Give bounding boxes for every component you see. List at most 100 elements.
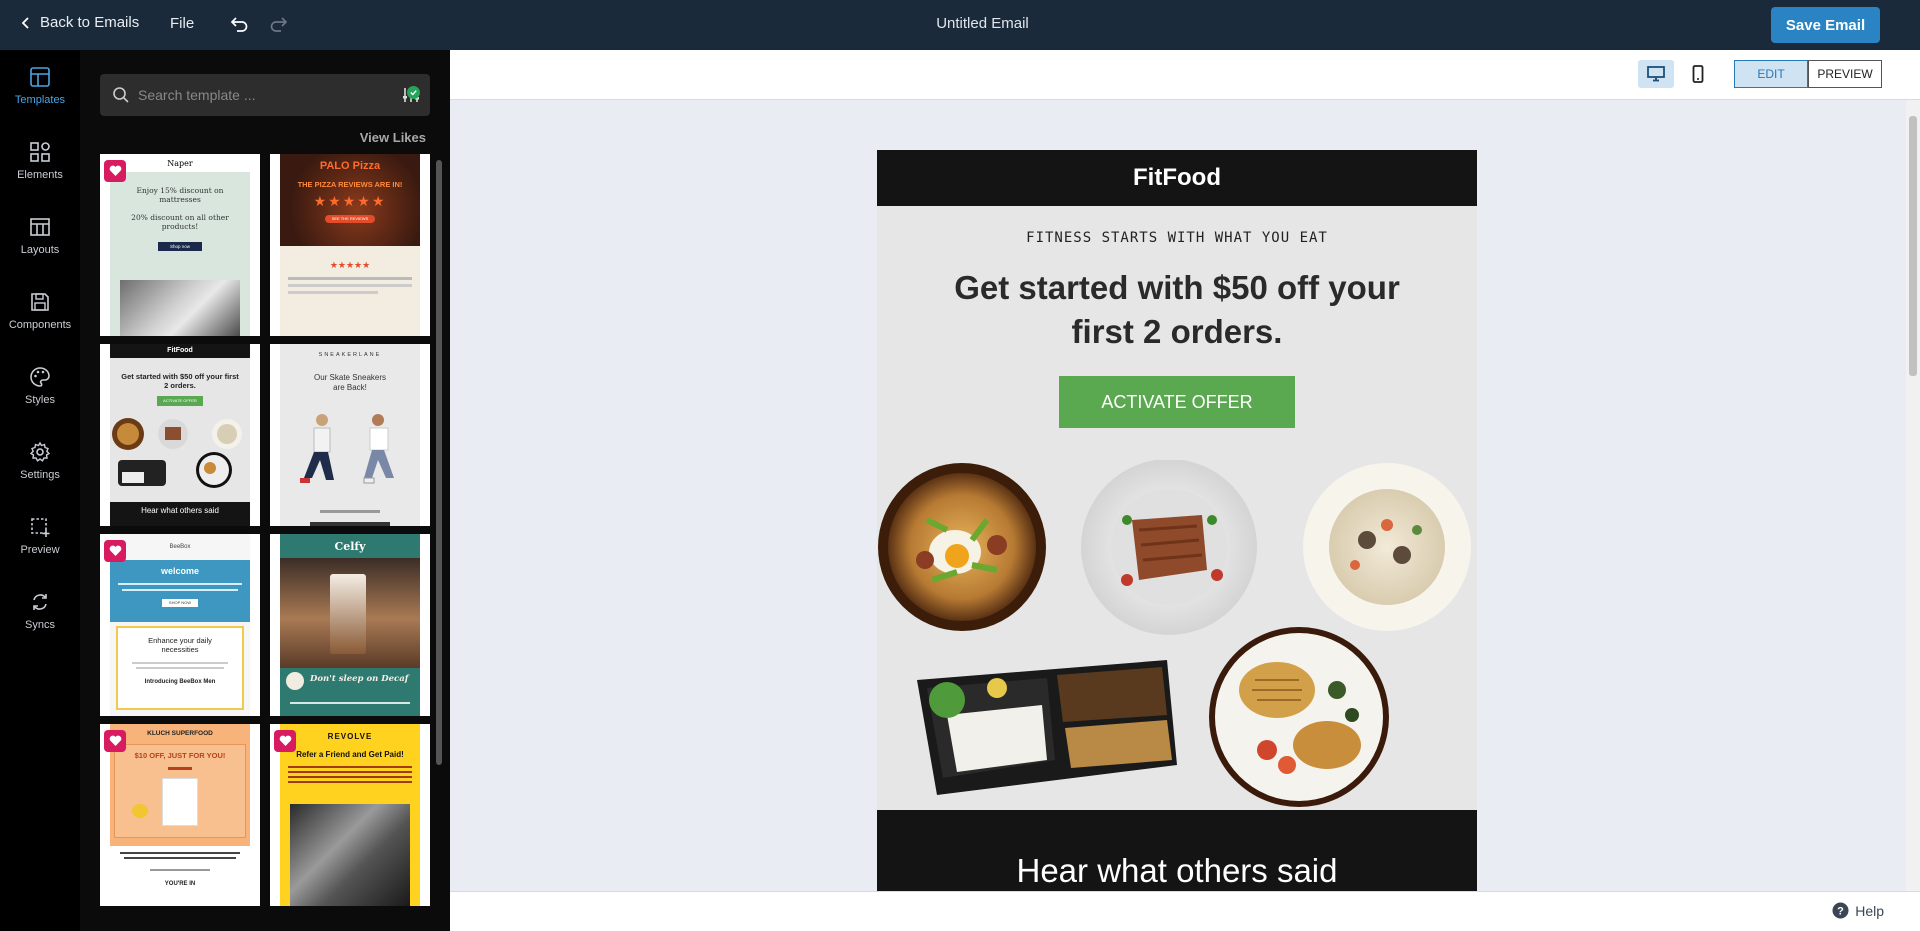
template-line: 20% discount on all other products! [131,212,229,232]
layouts-icon [30,218,50,236]
email-testimonial-section[interactable]: Hear what others said [877,810,1477,891]
template-card-sneakerlane[interactable]: SNEAKERLANE Our Skate Sneakers are Back! [270,344,430,526]
left-rail: Templates Elements Layouts Components St… [0,50,80,931]
bedroom-photo [120,280,240,336]
template-card-celfy[interactable]: Celfy Don't sleep on Decaf [270,534,430,716]
template-button: SEE THE REVIEWS [325,214,375,223]
undo-icon[interactable] [228,14,250,36]
food-bowls-thumbnail [112,418,242,488]
template-line: $10 OFF, JUST FOR YOU! [134,751,226,761]
mobile-view-button[interactable] [1680,60,1716,88]
beebox-welcome-band: welcome SHOP NOW [110,559,250,622]
skaters-thumbnail [300,414,394,484]
canvas-scrollbar[interactable] [1906,100,1920,891]
email-headline[interactable]: Get started with $50 off your first 2 or… [877,266,1477,354]
template-brand: Celfy [334,540,366,553]
template-brand: BeeBox [169,544,191,550]
template-line: Don't sleep on Decaf [310,674,409,684]
like-icon[interactable] [274,730,296,752]
editor-canvas: EDIT PREVIEW FitFood FITNESS STARTS WITH… [450,50,1920,931]
template-line: Enhance your daily necessities [148,635,212,654]
template-brand: KLUCH SUPERFOOD [147,730,213,737]
canvas-bottom-bar: ? Help [450,891,1920,931]
rail-item-layouts[interactable]: Layouts [0,204,80,268]
rail-item-styles[interactable]: Styles [0,354,80,418]
template-brand: SNEAKERLANE [318,352,382,358]
like-icon[interactable] [104,540,126,562]
template-line: THE PIZZA REVIEWS ARE IN! [297,179,403,189]
svg-text:?: ? [1837,906,1844,918]
rail-item-templates[interactable]: Templates [0,54,80,118]
beebox-panel: Enhance your daily necessities Introduci… [116,625,244,710]
rail-item-preview[interactable]: Preview [0,504,80,568]
template-button: ACTIVATE OFFER [157,395,203,406]
rail-label-preview: Preview [20,544,60,556]
back-label: Back to Emails [40,14,140,31]
template-line: Enjoy 15% discount on mattresses [136,186,224,205]
rail-label-syncs: Syncs [25,619,55,631]
template-card-kluch[interactable]: KLUCH SUPERFOOD $10 OFF, JUST FOR YOU! Y… [100,724,260,906]
save-email-button[interactable]: Save Email [1771,7,1880,43]
testimonial-title[interactable]: Hear what others said [877,852,1477,890]
template-line: ★★★★★ [313,193,387,210]
template-line: Introducing BeeBox Men [144,679,216,686]
template-line: Get started with $50 off your first 2 or… [121,372,239,391]
template-line: Hear what others said [110,502,250,526]
template-card-revolve[interactable]: REVOLVE Refer a Friend and Get Paid! [270,724,430,906]
templates-icon [30,67,50,87]
filter-button[interactable] [400,84,422,106]
template-card-beebox[interactable]: BeeBox welcome SHOP NOW Enhance your dai… [100,534,260,716]
mode-toggle: EDIT PREVIEW [1734,60,1882,88]
rail-item-elements[interactable]: Elements [0,129,80,193]
activate-offer-button[interactable]: ACTIVATE OFFER [1059,376,1295,428]
template-grid: Naper Enjoy 15% discount on mattresses 2… [100,154,430,924]
preview-icon [31,518,50,537]
rail-label-templates: Templates [14,94,66,106]
components-icon [31,293,49,311]
canvas-scrollbar-thumb[interactable] [1909,116,1917,376]
rail-item-components[interactable]: Components [0,279,80,343]
like-icon[interactable] [104,160,126,182]
canvas-toolbar: EDIT PREVIEW [450,50,1920,100]
template-card-fitfood[interactable]: FitFood Get started with $50 off your fi… [100,344,260,526]
email-brand[interactable]: FitFood [877,150,1477,206]
template-card-naper[interactable]: Naper Enjoy 15% discount on mattresses 2… [100,154,260,336]
template-button: Shop now [158,241,202,251]
back-to-emails-button[interactable]: Back to Emails [20,14,139,31]
template-brand: PALO Pizza [319,160,381,172]
redo-icon[interactable] [268,14,290,36]
rail-label-styles: Styles [25,394,55,406]
desktop-view-button[interactable] [1638,60,1674,88]
rail-item-syncs[interactable]: Syncs [0,579,80,643]
help-button[interactable]: ? Help [1832,902,1884,919]
rail-item-settings[interactable]: Settings [0,429,80,493]
template-line: welcome [160,565,200,576]
edit-mode-button[interactable]: EDIT [1734,60,1808,88]
view-likes-link[interactable]: View Likes [360,130,426,145]
rail-label-settings: Settings [20,469,60,481]
template-line: ★★★★★ [329,260,371,270]
preview-mode-button[interactable]: PREVIEW [1808,60,1882,88]
sync-icon [33,594,47,610]
template-brand: REVOLVE [327,732,373,741]
template-line: Refer a Friend and Get Paid! [296,750,404,759]
email-eyebrow[interactable]: FITNESS STARTS WITH WHAT YOU EAT [877,230,1477,246]
template-panel: View Likes Naper Enjoy 15% discount on m… [80,50,450,931]
email-preview: FitFood FITNESS STARTS WITH WHAT YOU EAT… [877,150,1477,891]
template-button: SHOP NOW [162,598,198,607]
rail-label-components: Components [8,319,72,331]
like-icon[interactable] [104,730,126,752]
rail-label-layouts: Layouts [20,244,60,256]
kluch-offer-box: $10 OFF, JUST FOR YOU! [114,744,246,839]
help-label: Help [1855,902,1884,919]
vintage-photo [290,804,410,906]
template-line: Our Skate Sneakers are Back! [313,372,387,392]
food-image[interactable] [877,460,1477,810]
template-brand: FitFood [110,344,250,358]
panel-scrollbar[interactable] [436,160,442,765]
file-menu[interactable]: File [170,15,194,32]
template-card-palo-pizza[interactable]: PALO Pizza THE PIZZA REVIEWS ARE IN! ★★★… [270,154,430,336]
active-filter-check-icon [407,86,420,99]
styles-icon [30,367,50,387]
search-input[interactable] [138,82,378,108]
